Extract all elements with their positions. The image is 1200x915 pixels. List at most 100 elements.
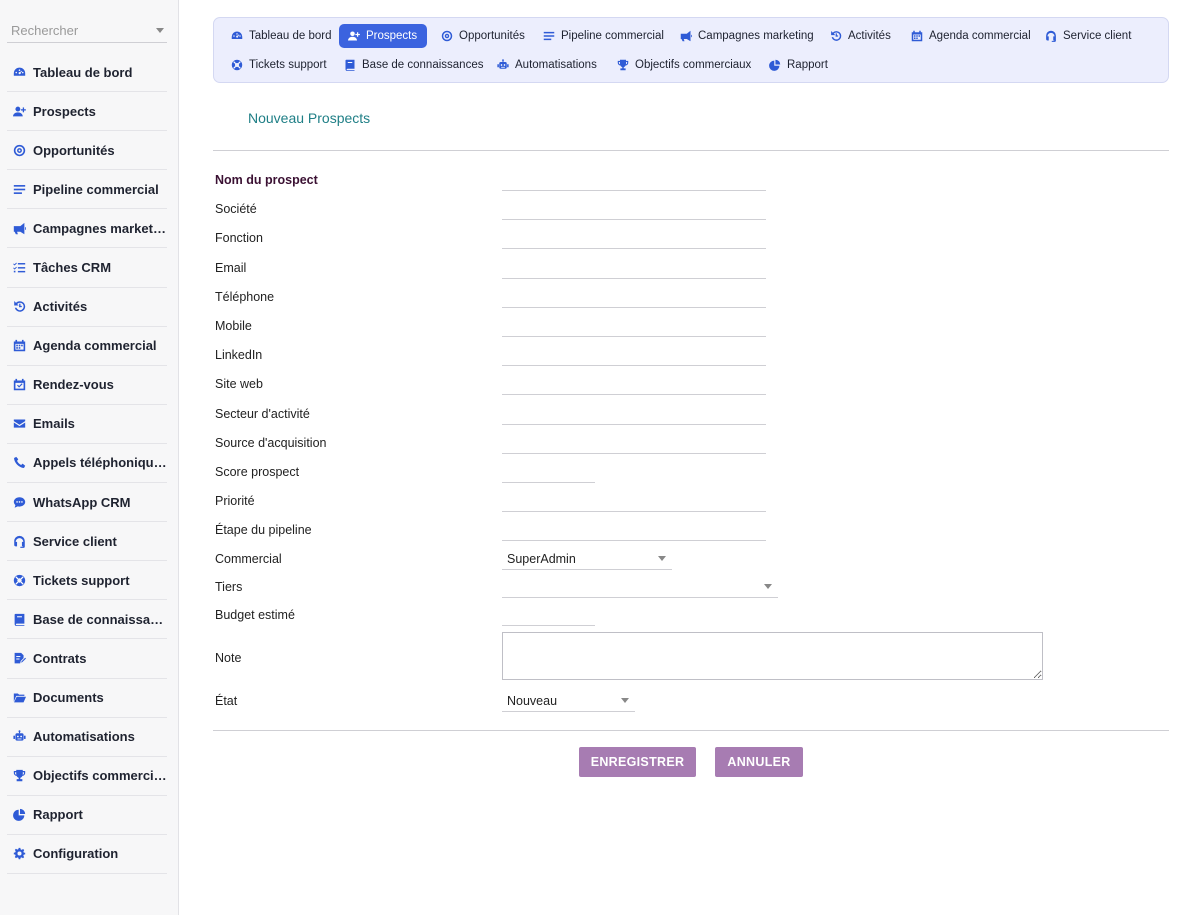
- tab-label: Activités: [848, 30, 891, 42]
- history-icon: [11, 299, 27, 315]
- sidebar-item-label: Tableau de bord: [33, 64, 133, 80]
- tab-prospects[interactable]: Prospects: [339, 24, 428, 48]
- field-label: Téléphone: [215, 289, 275, 304]
- dashboard-icon: [230, 30, 243, 43]
- book-icon: [345, 59, 354, 71]
- field-input[interactable]: [502, 377, 766, 396]
- sidebar-item-appels-telephoniques[interactable]: Appels téléphoniques: [7, 444, 167, 484]
- field-input[interactable]: [502, 523, 766, 542]
- calendar-check-icon: [13, 379, 25, 391]
- sidebar-item-tickets-support[interactable]: Tickets support: [7, 561, 167, 601]
- divider: [213, 150, 1169, 151]
- sidebar-item-whatsapp-crm[interactable]: WhatsApp CRM: [7, 483, 167, 523]
- tab-agenda-commercial[interactable]: Agenda commercial: [902, 24, 1041, 48]
- budget-field[interactable]: [502, 608, 595, 626]
- sidebar-item-label: Tickets support: [33, 572, 130, 588]
- tab-opportunites[interactable]: Opportunités: [432, 24, 535, 48]
- user-plus-icon: [12, 106, 26, 117]
- megaphone-icon: [13, 222, 26, 235]
- sidebar-item-label: Agenda commercial: [33, 338, 157, 354]
- search-box[interactable]: [7, 18, 167, 43]
- field-input[interactable]: [502, 231, 766, 250]
- sidebar-item-prospects[interactable]: Prospects: [7, 92, 167, 132]
- calendar-icon: [11, 338, 27, 354]
- sidebar-item-base-de-connaissances[interactable]: Base de connaissances: [7, 600, 167, 640]
- field-input[interactable]: [502, 406, 766, 425]
- sidebar-item-taches-crm[interactable]: Tâches CRM: [7, 248, 167, 288]
- chevron-down-icon: [621, 698, 629, 703]
- tab-campagnes-marketing[interactable]: Campagnes marketing: [671, 24, 824, 48]
- tab-pipeline-commercial[interactable]: Pipeline commercial: [534, 24, 674, 48]
- user-plus-icon: [347, 31, 360, 41]
- headset-icon: [13, 535, 25, 548]
- trophy-icon: [617, 59, 628, 71]
- field-input[interactable]: [502, 435, 766, 454]
- field-input[interactable]: [502, 494, 766, 513]
- calendar-icon: [911, 30, 922, 42]
- lifering-icon: [11, 572, 27, 588]
- sidebar-item-service-client[interactable]: Service client: [7, 522, 167, 562]
- etat-value: Nouveau: [507, 693, 558, 708]
- sidebar-item-rendez-vous[interactable]: Rendez-vous: [7, 366, 167, 405]
- tab-label: Base de connaissances: [362, 59, 484, 71]
- bars-icon: [543, 31, 554, 41]
- tab-objectifs-commerciaux[interactable]: Objectifs commerciaux: [608, 53, 761, 77]
- sidebar-item-emails[interactable]: Emails: [7, 405, 167, 444]
- field-input[interactable]: [502, 260, 766, 279]
- field-input[interactable]: [502, 348, 766, 367]
- commercial-select[interactable]: SuperAdmin: [502, 548, 672, 570]
- sidebar-item-agenda-commercial[interactable]: Agenda commercial: [7, 327, 167, 366]
- sidebar-item-activites[interactable]: Activités: [7, 288, 167, 327]
- sidebar-item-label: Campagnes marketing: [33, 220, 167, 236]
- tab-rapport[interactable]: Rapport: [760, 53, 838, 77]
- sidebar-menu: Tableau de bord Prospects Opportunités Pipe…: [7, 53, 167, 874]
- history-icon: [830, 30, 841, 41]
- etat-select[interactable]: Nouveau: [502, 690, 635, 712]
- sidebar-item-pipeline-commercial[interactable]: Pipeline commercial: [7, 170, 167, 210]
- tasks-icon: [11, 260, 27, 276]
- target-icon: [13, 144, 25, 156]
- sidebar-item-documents[interactable]: Documents: [7, 679, 167, 718]
- target-icon: [11, 142, 27, 158]
- sidebar-item-opportunites[interactable]: Opportunités: [7, 131, 167, 171]
- sidebar-item-label: Service client: [33, 533, 117, 549]
- sidebar-item-label: Automatisations: [33, 729, 135, 745]
- megaphone-icon: [679, 30, 692, 43]
- field-input[interactable]: [502, 202, 766, 221]
- note-textarea[interactable]: [502, 632, 1043, 680]
- field-input[interactable]: [502, 465, 595, 483]
- lifering-icon: [230, 59, 243, 72]
- folder-icon: [11, 690, 27, 706]
- chevron-down-icon[interactable]: [156, 27, 164, 33]
- sidebar-item-configuration[interactable]: Configuration: [7, 835, 167, 874]
- note-label: Note: [215, 651, 242, 665]
- robot-icon: [496, 59, 509, 72]
- field-input[interactable]: [502, 319, 766, 337]
- tab-tickets-support[interactable]: Tickets support: [222, 53, 337, 77]
- tab-activites[interactable]: Activités: [821, 24, 901, 48]
- cancel-button[interactable]: ANNULER: [715, 747, 803, 777]
- headset-icon: [1044, 30, 1057, 43]
- sidebar-item-campagnes-marketing[interactable]: Campagnes marketing: [7, 209, 167, 249]
- sidebar-item-rapport[interactable]: Rapport: [7, 796, 167, 835]
- tab-label: Opportunités: [459, 30, 525, 42]
- tab-tableau-de-bord[interactable]: Tableau de bord: [222, 24, 341, 48]
- tab-label: Pipeline commercial: [561, 30, 664, 42]
- search-input[interactable]: [7, 22, 142, 38]
- sidebar-item-objectifs-commerciaux[interactable]: Objectifs commerciaux: [7, 757, 167, 796]
- budget-label: Budget estimé: [215, 608, 295, 622]
- tab-base-de-connaissances[interactable]: Base de connaissances: [335, 53, 493, 77]
- sidebar-item-label: Opportunités: [33, 142, 115, 158]
- save-button[interactable]: ENREGISTRER: [579, 747, 696, 777]
- field-input[interactable]: [502, 289, 766, 308]
- sidebar-item-tableau-de-bord[interactable]: Tableau de bord: [7, 53, 167, 93]
- sidebar-item-contrats[interactable]: Contrats: [7, 639, 167, 679]
- chat-icon: [13, 496, 25, 508]
- sidebar-item-automatisations[interactable]: Automatisations: [7, 718, 167, 757]
- page-title: Nouveau Prospects: [248, 110, 371, 126]
- field-input[interactable]: [502, 173, 766, 191]
- tab-automatisations[interactable]: Automatisations: [488, 53, 607, 77]
- tab-label: Automatisations: [515, 59, 597, 71]
- tiers-select[interactable]: [502, 576, 778, 598]
- tab-service-client[interactable]: Service client: [1036, 24, 1141, 48]
